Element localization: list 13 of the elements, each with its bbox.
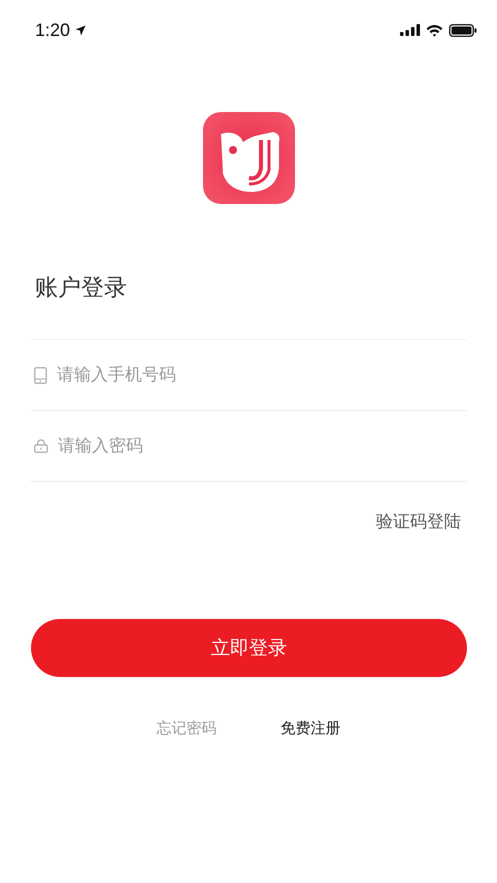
phone-icon: [34, 366, 47, 384]
status-time: 1:20: [35, 20, 70, 40]
input-field[interactable]: 请输入手机号码: [57, 365, 467, 385]
lock-icon: [34, 439, 48, 453]
login-button[interactable]: 立即登录: [31, 619, 467, 677]
wifi-icon: [426, 24, 443, 36]
location-arrow-icon: [75, 24, 86, 36]
battery-icon: [449, 24, 477, 36]
footer-link[interactable]: 免费注册: [280, 719, 340, 738]
sms-login-link[interactable]: 验证码登陆: [376, 510, 461, 533]
input-field[interactable]: 请输入密码: [58, 436, 467, 456]
login-title: 账户登录: [35, 274, 128, 303]
signal-icon: [400, 24, 420, 36]
